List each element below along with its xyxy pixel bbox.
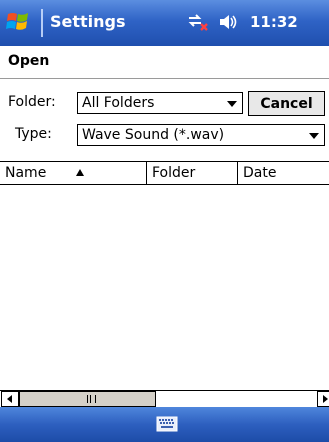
column-folder-label: Folder <box>152 165 196 181</box>
column-name-label: Name <box>5 165 47 181</box>
type-dropdown[interactable]: Wave Sound (*.wav) <box>77 124 325 146</box>
scroll-right-button[interactable] <box>317 391 329 407</box>
arrow-right-icon <box>323 395 328 403</box>
clock[interactable]: 11:32 <box>250 13 298 31</box>
column-header-folder[interactable]: Folder <box>147 162 237 184</box>
horizontal-scrollbar[interactable] <box>0 390 329 407</box>
type-label: Type: <box>15 126 52 142</box>
folder-dropdown[interactable]: All Folders <box>77 92 243 114</box>
chevron-down-icon <box>227 101 237 107</box>
speaker-icon[interactable] <box>218 12 240 32</box>
dialog-title: Open <box>8 53 50 69</box>
arrow-left-icon <box>7 395 12 403</box>
title-separator <box>41 9 43 37</box>
column-date-label: Date <box>243 165 277 181</box>
folder-value: All Folders <box>82 95 155 111</box>
menu-bar <box>0 407 329 442</box>
cancel-button[interactable]: Cancel <box>248 91 325 116</box>
chevron-down-icon <box>309 133 319 139</box>
dialog-heading: Open <box>0 46 329 79</box>
column-header-date[interactable]: Date <box>238 162 329 184</box>
title-bar: Settings 11:32 <box>0 0 329 46</box>
folder-label: Folder: <box>8 94 56 110</box>
scroll-left-button[interactable] <box>1 391 19 407</box>
windows-start-icon[interactable] <box>6 10 32 34</box>
system-tray: 11:32 <box>186 10 298 34</box>
app-title: Settings <box>50 12 126 31</box>
grip-icon <box>87 395 96 403</box>
file-list-header: Name Folder Date <box>0 161 329 185</box>
file-list[interactable] <box>0 185 329 390</box>
scrollbar-thumb[interactable] <box>19 391 156 407</box>
type-value: Wave Sound (*.wav) <box>82 127 225 143</box>
sort-ascending-icon <box>76 169 84 176</box>
column-header-name[interactable]: Name <box>0 162 146 184</box>
connectivity-icon[interactable] <box>186 12 210 32</box>
keyboard-icon[interactable] <box>156 415 178 433</box>
